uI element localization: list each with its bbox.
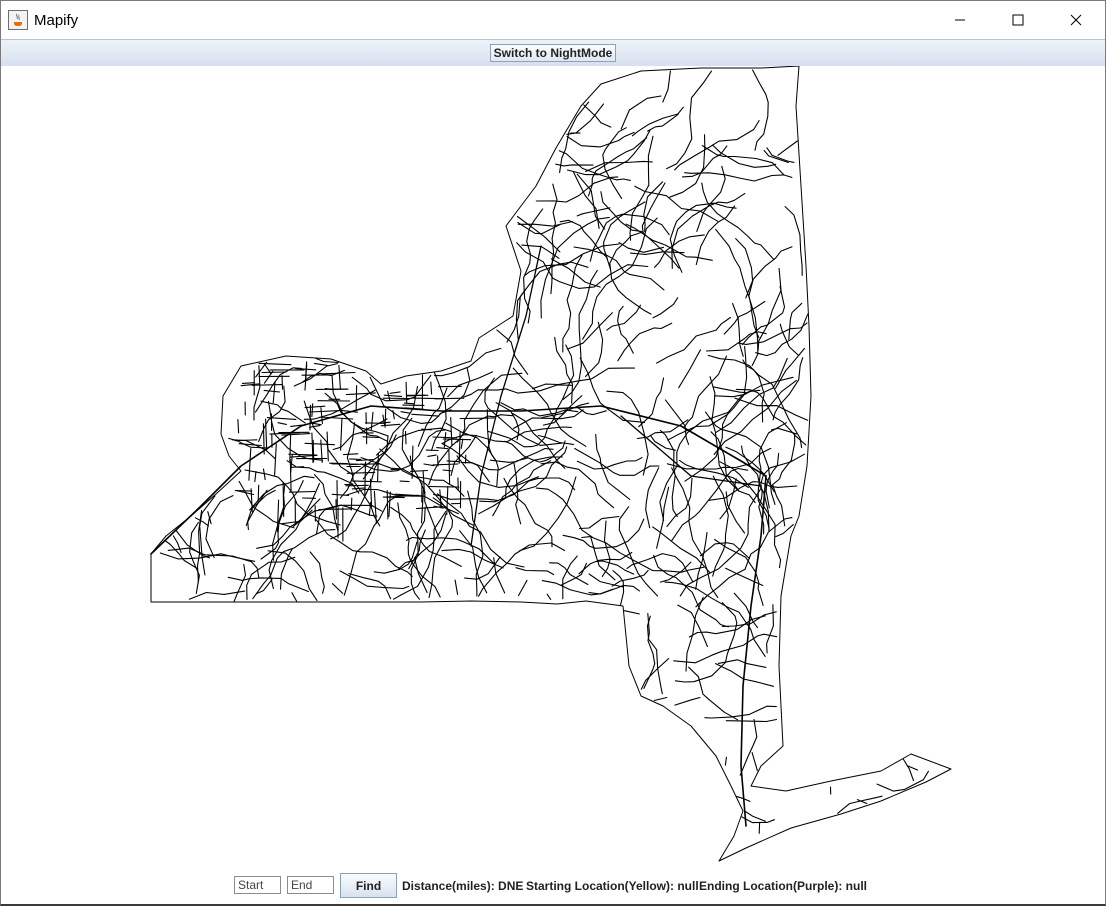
distance-label: Distance(miles): DNE — [402, 879, 524, 893]
night-mode-button[interactable]: Switch to NightMode — [489, 44, 617, 62]
app-window: Mapify Switch to NightMode Find Distance… — [0, 0, 1106, 906]
minimize-icon — [955, 19, 965, 21]
close-button[interactable] — [1047, 1, 1105, 39]
java-icon — [8, 10, 28, 30]
road-lines — [150, 66, 952, 862]
start-location-label: Starting Location(Yellow): null — [526, 879, 699, 893]
toolbar: Switch to NightMode — [1, 39, 1105, 67]
map-canvas[interactable] — [1, 66, 1105, 871]
minimize-button[interactable] — [931, 1, 989, 39]
end-input[interactable] — [287, 876, 334, 894]
route-controls: Find Distance(miles): DNE Starting Locat… — [1, 873, 1105, 899]
window-controls — [931, 1, 1105, 39]
close-icon — [1070, 14, 1082, 26]
road-network-map — [150, 66, 952, 862]
window-title: Mapify — [34, 11, 79, 29]
title-bar: Mapify — [1, 1, 1105, 39]
start-input[interactable] — [234, 876, 281, 894]
maximize-icon — [1012, 14, 1024, 26]
find-button[interactable]: Find — [340, 873, 397, 898]
end-location-label: Ending Location(Purple): null — [699, 879, 867, 893]
maximize-button[interactable] — [989, 1, 1047, 39]
